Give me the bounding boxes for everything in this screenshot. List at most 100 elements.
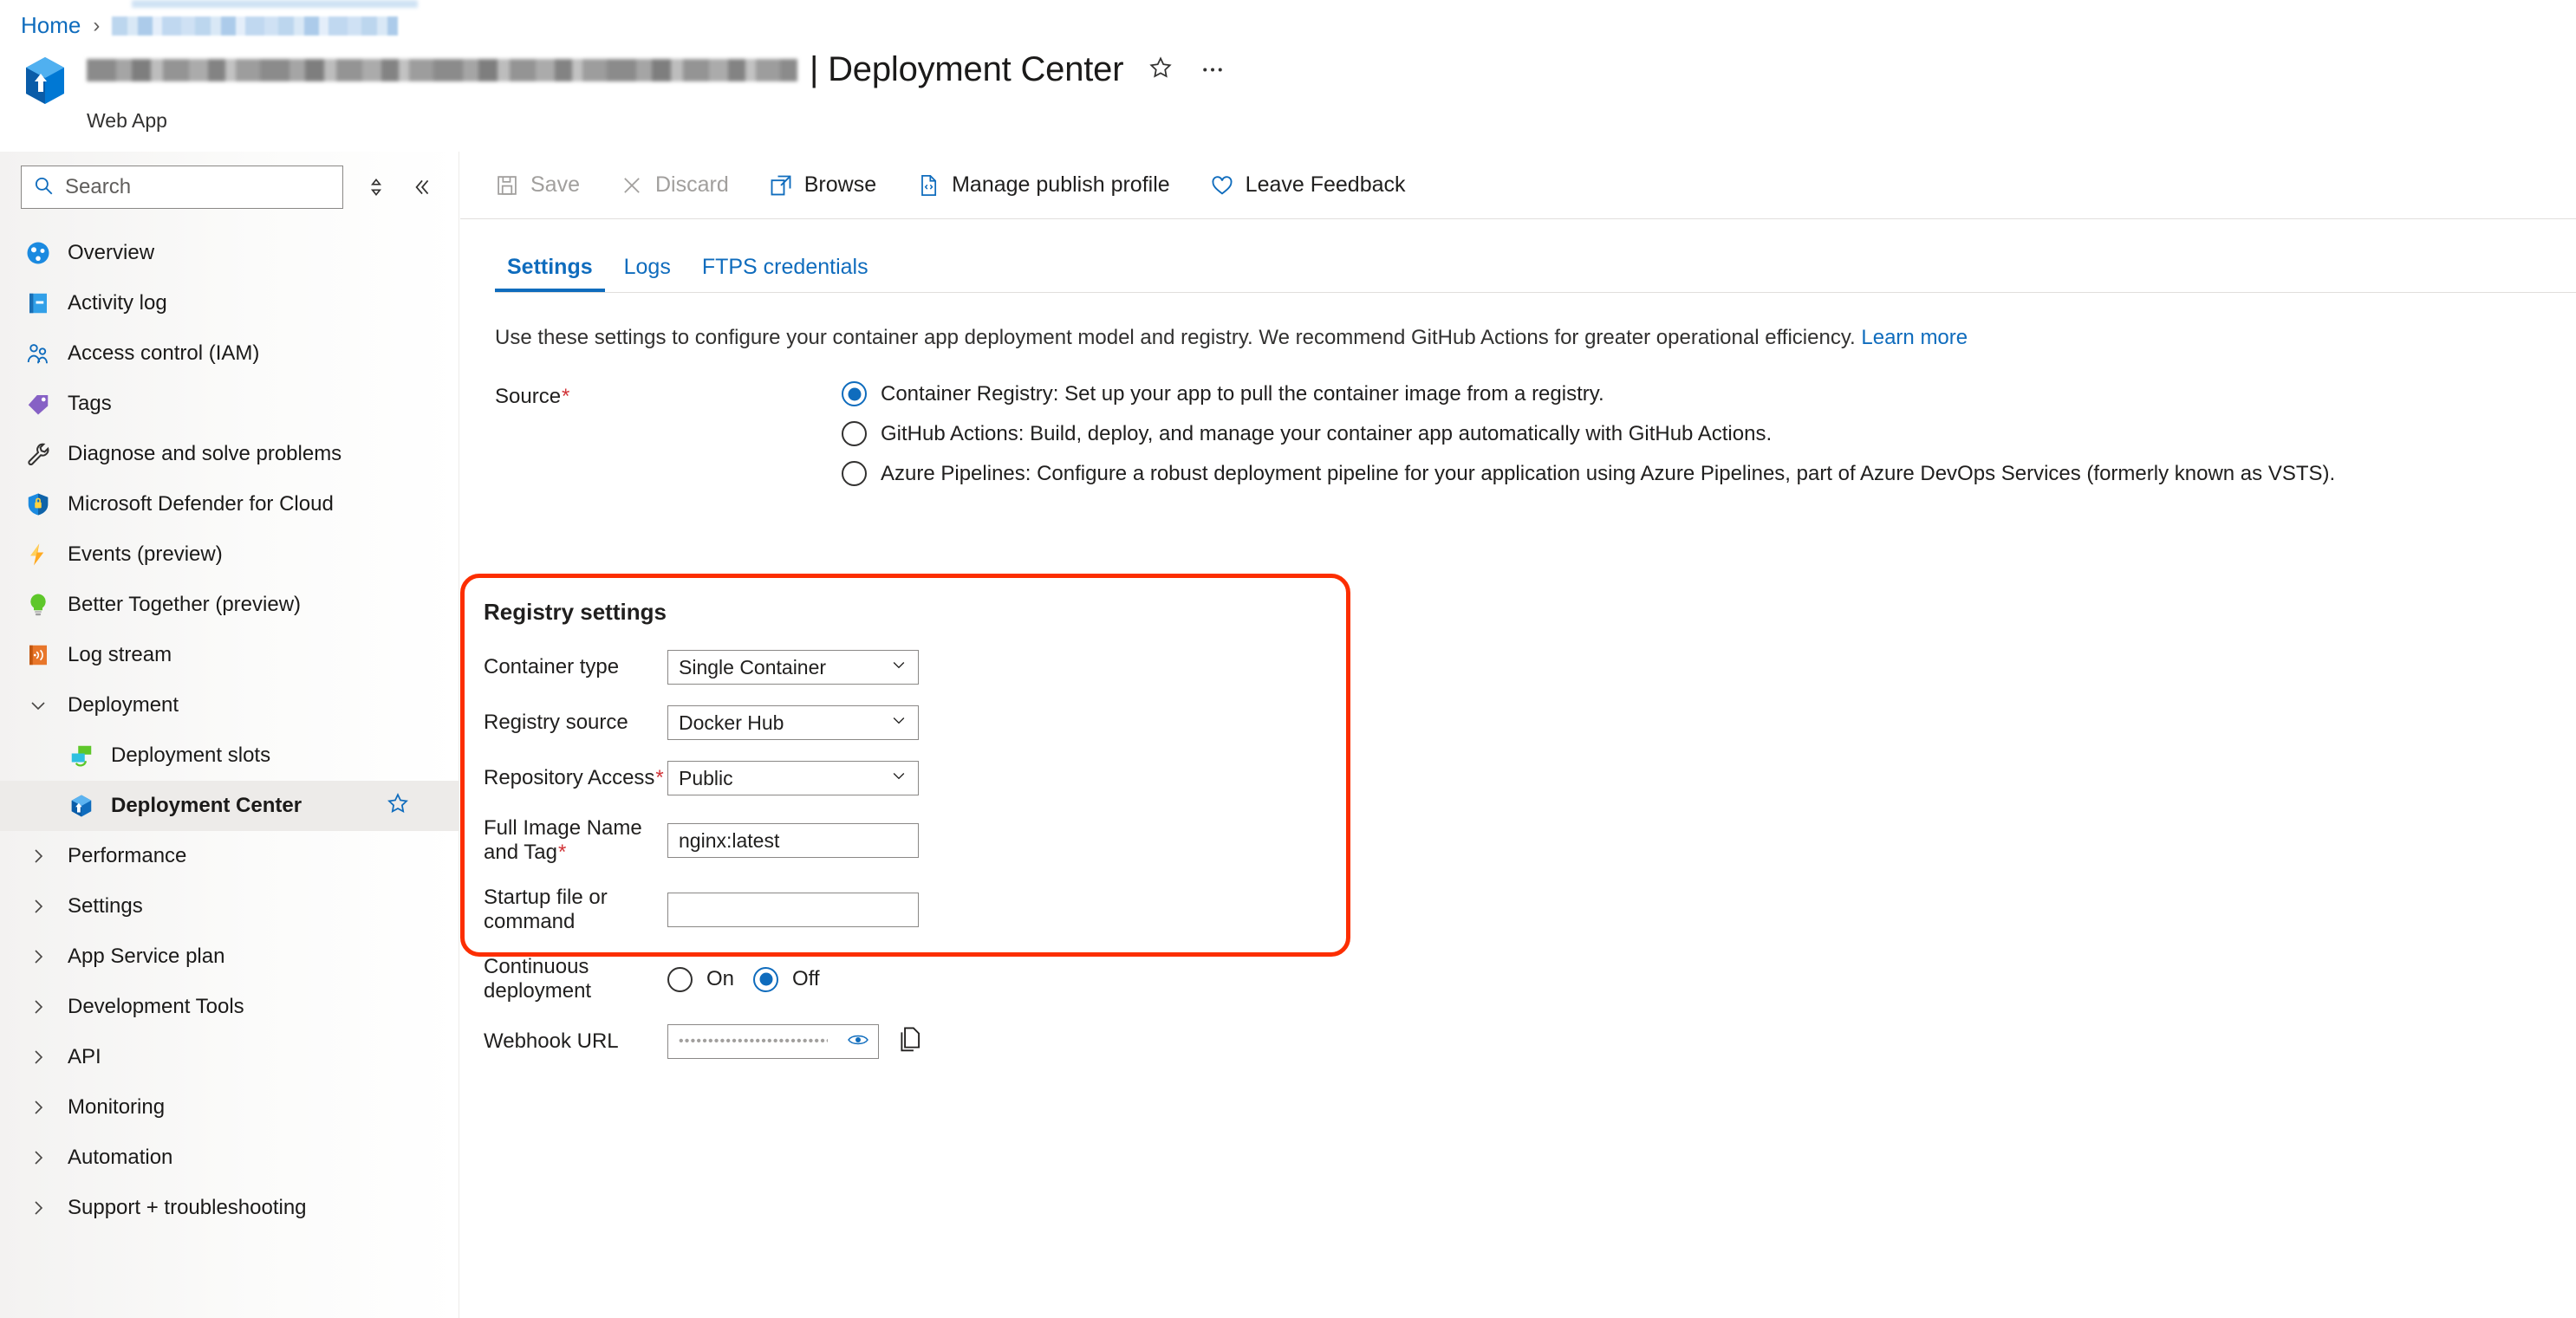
search-input[interactable]: Search <box>21 166 343 209</box>
log-stream-icon <box>24 641 52 669</box>
sidebar-group-support[interactable]: Support + troubleshooting <box>0 1183 459 1233</box>
continuous-deployment-off-label: Off <box>792 967 820 990</box>
discard-label: Discard <box>654 172 729 197</box>
star-icon[interactable] <box>1148 55 1174 85</box>
webhook-url-control: •••••••••••••••••••••••••••••••••• <box>667 1024 922 1059</box>
radio-indicator[interactable] <box>842 421 867 447</box>
sidebar-group-performance[interactable]: Performance <box>0 831 459 881</box>
sidebar-group-development-tools[interactable]: Development Tools <box>0 982 459 1032</box>
continuous-deployment-off[interactable]: Off <box>753 966 820 992</box>
chevron-right-icon <box>24 943 52 971</box>
lightbulb-icon <box>24 591 52 619</box>
source-radio-group: Container Registry: Set up your app to p… <box>842 381 2336 487</box>
chevron-right-icon <box>24 1043 52 1071</box>
learn-more-link[interactable]: Learn more <box>1861 326 1968 349</box>
continuous-deployment-row: Continuous deployment On Off <box>465 955 1346 1003</box>
manage-publish-profile-label: Manage publish profile <box>952 172 1170 197</box>
leave-feedback-button[interactable]: Leave Feedback <box>1210 172 1425 198</box>
sidebar-item-access-control[interactable]: Access control (IAM) <box>0 328 459 379</box>
source-option-container-registry[interactable]: Container Registry: Set up your app to p… <box>842 381 2335 407</box>
tab-settings[interactable]: Settings <box>491 255 608 292</box>
sidebar-item-deployment-slots[interactable]: Deployment slots <box>0 730 459 781</box>
sidebar-group-label: Automation <box>68 1146 173 1169</box>
manage-publish-profile-button[interactable]: Manage publish profile <box>916 172 1189 198</box>
sidebar-item-overview[interactable]: Overview <box>0 228 459 278</box>
source-option-azure-pipelines[interactable]: Azure Pipelines: Configure a robust depl… <box>842 461 2336 487</box>
browse-button[interactable]: Browse <box>769 172 895 198</box>
radio-indicator[interactable] <box>753 966 779 992</box>
main-content: Save Discard Browse Manage publish profi… <box>460 152 2576 1318</box>
save-button[interactable]: Save <box>495 172 599 198</box>
sidebar-item-log-stream[interactable]: Log stream <box>0 630 459 680</box>
sort-icon[interactable] <box>354 176 399 198</box>
tab-ftps-credentials[interactable]: FTPS credentials <box>686 255 884 292</box>
sidebar-group-label: Support + troubleshooting <box>68 1196 307 1219</box>
discard-button[interactable]: Discard <box>620 172 748 198</box>
startup-file-input[interactable] <box>667 893 919 927</box>
deployment-center-icon <box>68 792 95 820</box>
sidebar-item-label: Access control (IAM) <box>68 341 260 365</box>
sidebar-group-automation[interactable]: Automation <box>0 1133 459 1183</box>
sidebar-group-label: App Service plan <box>68 945 225 968</box>
copy-icon[interactable] <box>896 1026 922 1058</box>
required-asterisk: * <box>562 385 570 409</box>
source-option-label: Container Registry: Set up your app to p… <box>881 381 1604 406</box>
sidebar-item-activity-log[interactable]: Activity log <box>0 278 459 328</box>
webhook-url-row: Webhook URL ••••••••••••••••••••••••••••… <box>465 1024 1346 1059</box>
breadcrumb-resource-redacted[interactable] <box>112 16 399 36</box>
ellipsis-icon[interactable] <box>1200 55 1226 85</box>
chevron-down-icon <box>890 656 907 678</box>
startup-file-label: Startup file or command <box>484 886 608 933</box>
resource-name-redacted <box>87 58 797 81</box>
sidebar-group-settings[interactable]: Settings <box>0 881 459 932</box>
radio-indicator[interactable] <box>842 381 867 407</box>
breadcrumb-home-link[interactable]: Home <box>21 12 81 39</box>
registry-source-value: Docker Hub <box>679 711 784 734</box>
activity-log-icon <box>24 289 52 317</box>
registry-settings-panel: Registry settings Container type Single … <box>460 574 1350 1059</box>
source-label-text: Source <box>495 385 562 409</box>
webhook-url-label: Webhook URL <box>484 1029 619 1053</box>
search-placeholder: Search <box>65 175 132 198</box>
sidebar-item-label: Events (preview) <box>68 542 223 566</box>
sidebar-nav: Overview Activity log Access control (IA… <box>0 228 459 1233</box>
source-option-github-actions[interactable]: GitHub Actions: Build, deploy, and manag… <box>842 421 2335 447</box>
chevron-down-icon <box>24 691 52 719</box>
registry-source-dropdown[interactable]: Docker Hub <box>667 705 919 740</box>
continuous-deployment-on[interactable]: On <box>667 966 734 992</box>
heart-icon <box>1210 173 1234 198</box>
leave-feedback-label: Leave Feedback <box>1245 172 1406 197</box>
container-type-dropdown[interactable]: Single Container <box>667 650 919 685</box>
sidebar-group-app-service-plan[interactable]: App Service plan <box>0 932 459 982</box>
sidebar-item-defender[interactable]: Microsoft Defender for Cloud <box>0 479 459 529</box>
sidebar-group-label: Performance <box>68 844 187 867</box>
tab-logs[interactable]: Logs <box>608 255 686 292</box>
radio-indicator[interactable] <box>842 461 867 487</box>
double-chevron-left-icon[interactable] <box>399 176 444 198</box>
sidebar-item-events[interactable]: Events (preview) <box>0 529 459 580</box>
breadcrumb: Home › <box>21 12 399 39</box>
sidebar-group-monitoring[interactable]: Monitoring <box>0 1082 459 1133</box>
sidebar-group-deployment[interactable]: Deployment <box>0 680 459 730</box>
eye-icon[interactable] <box>847 1031 869 1053</box>
overview-icon <box>24 239 52 267</box>
repository-access-dropdown[interactable]: Public <box>667 761 919 795</box>
radio-indicator[interactable] <box>667 966 693 992</box>
sidebar-item-diagnose[interactable]: Diagnose and solve problems <box>0 429 459 479</box>
star-icon[interactable] <box>386 791 410 821</box>
sidebar-item-label: Microsoft Defender for Cloud <box>68 492 334 516</box>
full-image-name-input[interactable]: nginx:latest <box>667 823 919 858</box>
command-bar: Save Discard Browse Manage publish profi… <box>460 152 2576 219</box>
startup-file-row: Startup file or command <box>465 886 1346 934</box>
sidebar-item-deployment-center[interactable]: Deployment Center <box>0 781 459 831</box>
sidebar-item-tags[interactable]: Tags <box>0 379 459 429</box>
webhook-url-input[interactable]: •••••••••••••••••••••••••••••••••• <box>667 1024 879 1059</box>
discard-x-icon <box>620 173 644 198</box>
sidebar-group-api[interactable]: API <box>0 1032 459 1082</box>
source-option-label: GitHub Actions: Build, deploy, and manag… <box>881 421 1773 445</box>
source-option-label: Azure Pipelines: Configure a robust depl… <box>881 461 2336 485</box>
container-type-row: Container type Single Container <box>465 650 1346 685</box>
save-icon <box>495 173 519 198</box>
sidebar-group-label: Development Tools <box>68 995 244 1018</box>
sidebar-item-better-together[interactable]: Better Together (preview) <box>0 580 459 630</box>
